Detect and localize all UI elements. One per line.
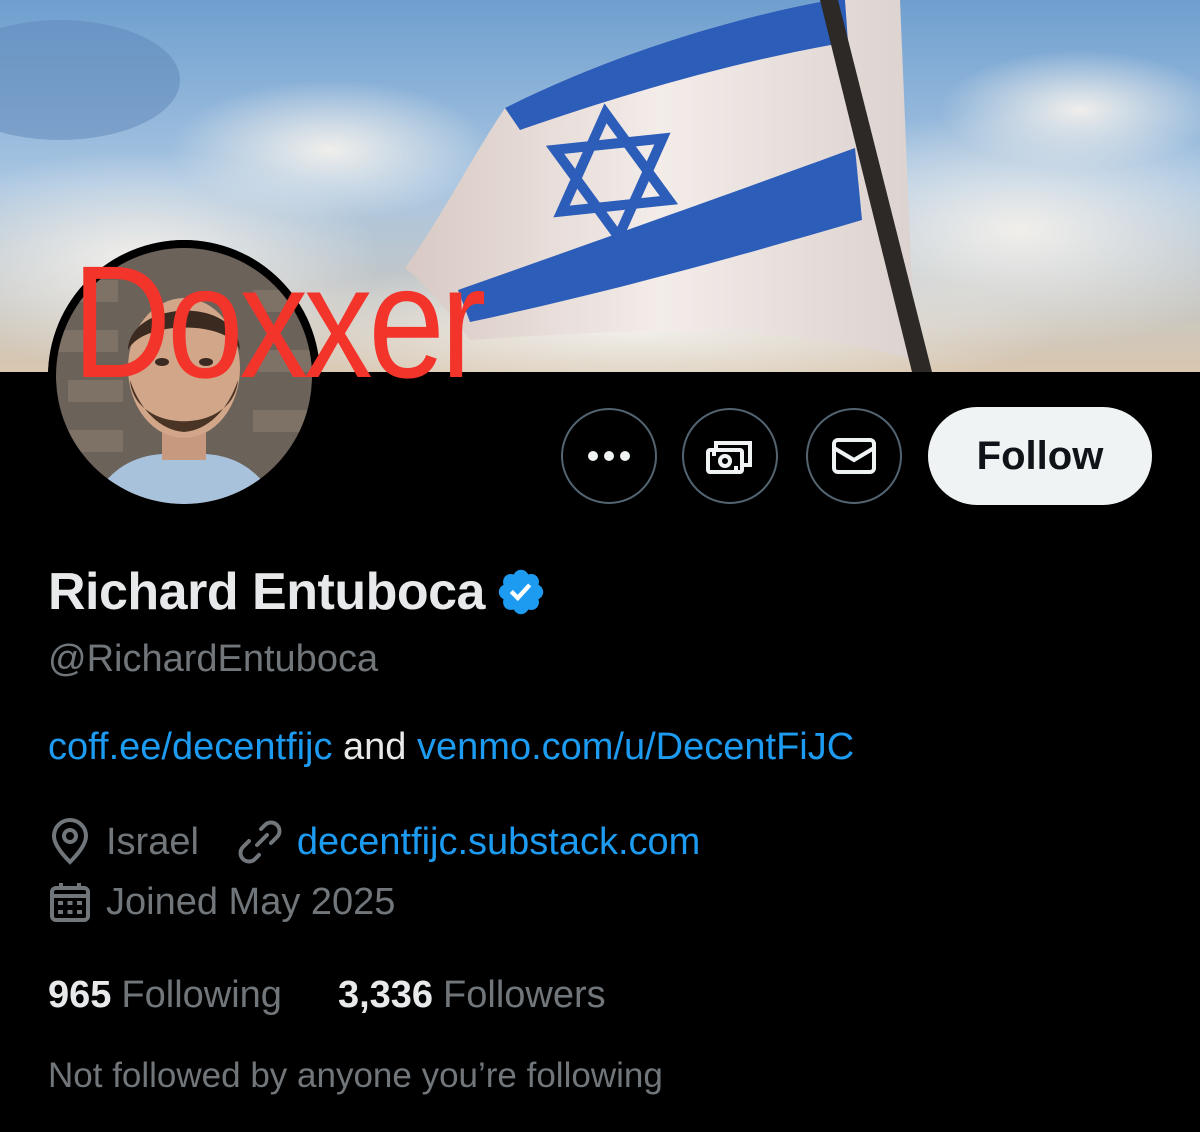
following-count: 965 bbox=[48, 974, 112, 1016]
more-options-button[interactable] bbox=[561, 408, 657, 504]
followed-by-note: Not followed by anyone you’re following bbox=[48, 1056, 663, 1095]
followers-stat[interactable]: 3,336 Followers bbox=[338, 974, 606, 1017]
bio-connector-text: and bbox=[332, 726, 418, 768]
following-stat[interactable]: 965 Following bbox=[48, 974, 282, 1017]
profile-name-row: Richard Entuboca bbox=[48, 562, 547, 622]
bio-link-coffee[interactable]: coff.ee/decentfijc bbox=[48, 726, 332, 768]
followers-count: 3,336 bbox=[337, 974, 434, 1016]
profile-joined-row: Joined May 2025 bbox=[48, 880, 395, 924]
following-label: Following bbox=[121, 974, 282, 1016]
money-tip-icon bbox=[704, 436, 756, 476]
profile-bio: coff.ee/decentfijc and venmo.com/u/Decen… bbox=[48, 726, 854, 769]
verified-badge-icon[interactable] bbox=[495, 566, 547, 618]
profile-meta-row: Israel decentfijc.substack.com bbox=[48, 818, 700, 866]
link-icon bbox=[237, 819, 283, 865]
follow-button[interactable]: Follow bbox=[928, 407, 1152, 505]
message-button[interactable] bbox=[806, 408, 902, 504]
profile-joined-date: Joined May 2025 bbox=[106, 880, 396, 923]
calendar-icon bbox=[48, 880, 92, 924]
more-horizontal-icon bbox=[587, 450, 631, 462]
profile-handle: @RichardEntuboca bbox=[48, 638, 379, 680]
profile-stats: 965 Following 3,336 Followers bbox=[48, 974, 606, 1017]
followers-label: Followers bbox=[443, 974, 606, 1016]
bio-link-venmo[interactable]: venmo.com/u/DecentFiJC bbox=[417, 726, 854, 768]
location-pin-icon bbox=[48, 818, 92, 866]
tip-button[interactable] bbox=[682, 408, 778, 504]
envelope-icon bbox=[830, 436, 878, 476]
profile-website-link[interactable]: decentfijc.substack.com bbox=[297, 821, 700, 864]
doxxer-overlay-text: Doxxer bbox=[72, 232, 486, 411]
display-name: Richard Entuboca bbox=[48, 563, 485, 621]
profile-location: Israel bbox=[106, 820, 199, 863]
